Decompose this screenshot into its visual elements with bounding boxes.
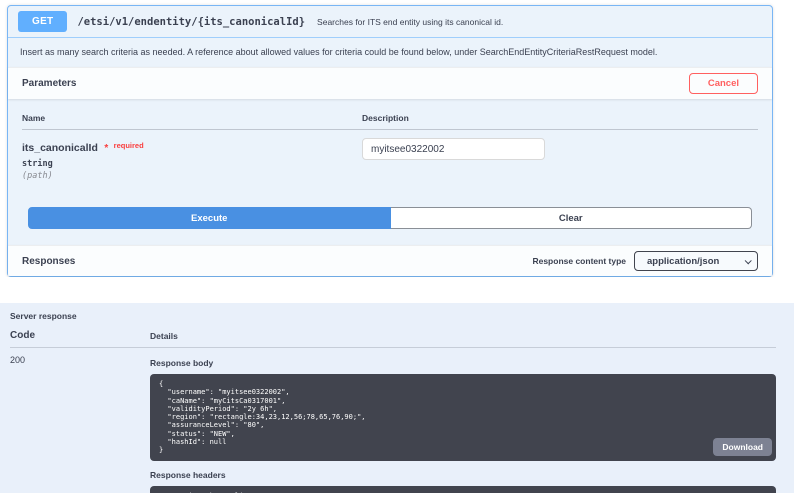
server-response-title: Server response	[10, 308, 776, 330]
response-body-json: { "username": "myitsee0322002", "caName"…	[150, 374, 776, 461]
server-response-table-header: Code Details	[10, 330, 776, 348]
content-type-wrap: Response content type application/json	[532, 251, 758, 271]
response-details-cell: Response body { "username": "myitsee0322…	[150, 355, 776, 493]
responses-title: Responses	[22, 256, 75, 267]
required-star: *	[104, 143, 108, 154]
execute-button[interactable]: Execute	[28, 207, 391, 229]
operation-summary[interactable]: GET /etsi/v1/endentity/{its_canonicalId}…	[8, 6, 772, 38]
parameter-value-input[interactable]	[362, 138, 545, 160]
capture-gap	[0, 277, 794, 303]
http-method-badge: GET	[18, 11, 67, 32]
cancel-button[interactable]: Cancel	[689, 73, 758, 94]
response-status-code: 200	[10, 355, 150, 493]
operation-note: Insert as many search criteria as needed…	[8, 38, 772, 67]
response-body-block: { "username": "myitsee0322002", "caName"…	[150, 374, 776, 461]
response-content-type-select[interactable]: application/json	[634, 251, 758, 271]
server-response-panel: Server response Code Details 200 Respons…	[0, 303, 794, 493]
chevron-down-icon	[745, 257, 752, 264]
execute-row: Execute Clear	[28, 207, 752, 229]
parameters-table: Name Description its_canonicalId * requi…	[8, 99, 772, 185]
response-headers-label: Response headers	[150, 470, 776, 480]
required-label: required	[114, 141, 144, 150]
parameter-name-cell: its_canonicalId * required string (path)	[22, 138, 362, 181]
parameters-table-header: Name Description	[22, 109, 758, 130]
server-response-row: 200 Response body { "username": "myitsee…	[10, 348, 776, 493]
parameters-header: Parameters Cancel	[8, 67, 772, 99]
get-operation-block: GET /etsi/v1/endentity/{its_canonicalId}…	[7, 5, 773, 277]
swagger-page: GET /etsi/v1/endentity/{its_canonicalId}…	[0, 5, 794, 493]
response-body-label: Response body	[150, 358, 776, 368]
parameter-location: (path)	[22, 171, 362, 181]
column-header-name: Name	[22, 113, 362, 123]
clear-button[interactable]: Clear	[391, 207, 753, 229]
content-type-value: application/json	[647, 256, 719, 267]
parameter-row: its_canonicalId * required string (path)	[22, 130, 758, 185]
column-header-description: Description	[362, 113, 758, 123]
response-headers-block: connection: keep-alive content-length: 1…	[150, 486, 776, 493]
parameter-type: string	[22, 159, 362, 169]
operation-path: /etsi/v1/endentity/{its_canonicalId}	[77, 16, 305, 28]
parameter-description-cell	[362, 138, 758, 181]
column-header-details: Details	[150, 331, 776, 341]
content-type-label: Response content type	[532, 256, 626, 266]
parameters-title: Parameters	[22, 78, 76, 89]
parameter-name-line: its_canonicalId * required	[22, 138, 362, 156]
parameter-name: its_canonicalId	[22, 142, 98, 154]
operation-description: Searches for ITS end entity using its ca…	[317, 17, 503, 27]
download-button[interactable]: Download	[713, 438, 772, 456]
responses-header: Responses Response content type applicat…	[8, 245, 772, 276]
column-header-code: Code	[10, 330, 150, 341]
